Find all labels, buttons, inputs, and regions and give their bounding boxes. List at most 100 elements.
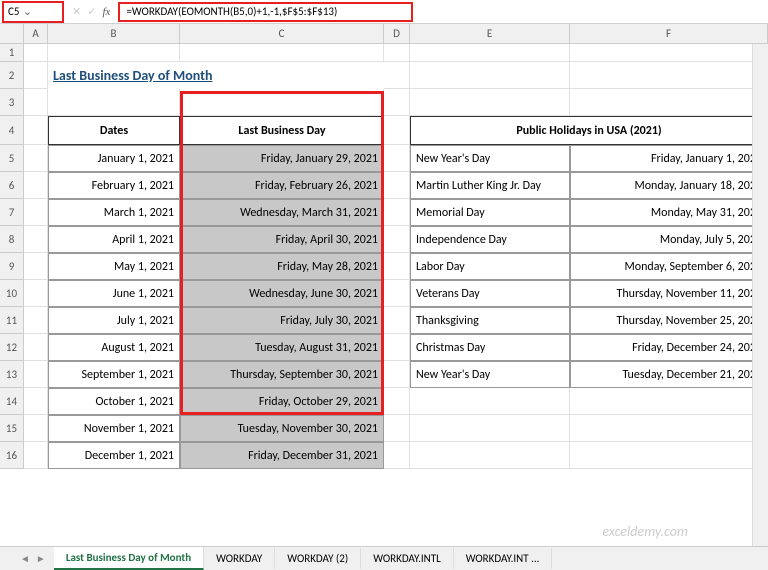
cell[interactable] [24,388,48,415]
date-cell[interactable]: July 1, 2021 [48,307,180,334]
cell[interactable] [48,44,180,62]
cell[interactable] [24,415,48,442]
sheet-tab[interactable]: WORKDAY.INTL [361,548,454,569]
lbd-cell[interactable]: Wednesday, June 30, 2021 [180,280,384,307]
cell[interactable] [48,89,180,116]
row-header[interactable]: 9 [0,253,24,280]
cell[interactable] [570,388,768,415]
holiday-date[interactable]: Monday, May 31, 2021 [570,199,768,226]
row-header[interactable]: 4 [0,116,24,145]
col-header-E[interactable]: E [410,24,570,43]
date-cell[interactable]: June 1, 2021 [48,280,180,307]
lbd-cell[interactable]: Thursday, September 30, 2021 [180,361,384,388]
header-holidays[interactable]: Public Holidays in USA (2021) [410,116,768,145]
cell[interactable] [24,116,48,145]
row-header[interactable]: 16 [0,442,24,469]
date-cell[interactable]: March 1, 2021 [48,199,180,226]
holiday-date[interactable]: Monday, January 18, 2021 [570,172,768,199]
holiday-date[interactable]: Thursday, November 11, 2021 [570,280,768,307]
lbd-cell[interactable]: Tuesday, November 30, 2021 [180,415,384,442]
row-header[interactable]: 13 [0,361,24,388]
cell[interactable] [384,116,410,145]
col-header-D[interactable]: D [384,24,410,43]
holiday-date[interactable]: Monday, September 6, 2021 [570,253,768,280]
cell[interactable] [384,226,410,253]
holiday-date[interactable]: Monday, July 5, 2021 [570,226,768,253]
row-header[interactable]: 7 [0,199,24,226]
cell[interactable] [24,442,48,469]
holiday-name[interactable]: New Year's Day [410,361,570,388]
cell[interactable] [384,307,410,334]
cell[interactable] [24,199,48,226]
date-cell[interactable]: December 1, 2021 [48,442,180,469]
cell[interactable] [570,62,768,89]
row-header[interactable]: 3 [0,89,24,116]
page-title[interactable]: Last Business Day of Month [48,62,384,89]
cell[interactable] [24,361,48,388]
date-cell[interactable]: February 1, 2021 [48,172,180,199]
row-header[interactable]: 11 [0,307,24,334]
date-cell[interactable]: April 1, 2021 [48,226,180,253]
name-box-dropdown-icon[interactable]: ⌄ [19,5,35,18]
cell[interactable] [570,415,768,442]
holiday-date[interactable]: Friday, December 24, 2021 [570,334,768,361]
holiday-name[interactable]: New Year's Day [410,145,570,172]
cell[interactable] [410,442,570,469]
holiday-date[interactable]: Thursday, November 25, 2021 [570,307,768,334]
lbd-cell[interactable]: Friday, January 29, 2021 [180,145,384,172]
tab-next-icon[interactable]: ► [36,552,46,565]
sheet-tab[interactable]: WORKDAY [204,548,275,569]
cell[interactable] [384,44,410,62]
cell[interactable] [24,280,48,307]
header-dates[interactable]: Dates [48,116,180,145]
col-header-B[interactable]: B [48,24,180,43]
cell[interactable] [180,44,384,62]
lbd-cell[interactable]: Friday, February 26, 2021 [180,172,384,199]
row-header[interactable]: 14 [0,388,24,415]
lbd-cell[interactable]: Tuesday, August 31, 2021 [180,334,384,361]
cell[interactable] [24,334,48,361]
holiday-name[interactable]: Thanksgiving [410,307,570,334]
holiday-date[interactable]: Tuesday, December 21, 2021 [570,361,768,388]
cell[interactable] [410,62,570,89]
row-header[interactable]: 5 [0,145,24,172]
sheet-tab[interactable]: WORKDAY.INT ... [454,548,553,569]
cell[interactable] [410,89,570,116]
holiday-date[interactable]: Friday, January 1, 2021 [570,145,768,172]
sheet-tab[interactable]: WORKDAY (2) [275,548,361,569]
cell[interactable] [384,62,410,89]
cell[interactable] [410,44,570,62]
cell[interactable] [384,361,410,388]
lbd-cell[interactable]: Friday, December 31, 2021 [180,442,384,469]
vertical-scrollbar[interactable] [752,44,768,546]
lbd-cell[interactable]: Friday, July 30, 2021 [180,307,384,334]
holiday-name[interactable]: Independence Day [410,226,570,253]
row-header[interactable]: 8 [0,226,24,253]
cell[interactable] [384,89,410,116]
cell[interactable] [384,442,410,469]
cell[interactable] [24,145,48,172]
tab-prev-icon[interactable]: ◄ [20,552,30,565]
cell[interactable] [24,307,48,334]
cell[interactable] [570,89,768,116]
col-header-A[interactable]: A [24,24,48,43]
holiday-name[interactable]: Labor Day [410,253,570,280]
date-cell[interactable]: November 1, 2021 [48,415,180,442]
row-header[interactable]: 1 [0,44,24,62]
col-header-F[interactable]: F [570,24,768,43]
cell[interactable] [384,280,410,307]
cell[interactable] [384,172,410,199]
cell[interactable] [570,442,768,469]
cell[interactable] [384,253,410,280]
lbd-cell[interactable]: Wednesday, March 31, 2021 [180,199,384,226]
date-cell[interactable]: January 1, 2021 [48,145,180,172]
cell[interactable] [410,415,570,442]
holiday-name[interactable]: Memorial Day [410,199,570,226]
lbd-cell[interactable]: Friday, April 30, 2021 [180,226,384,253]
row-header[interactable]: 2 [0,62,24,89]
cell[interactable] [24,44,48,62]
date-cell[interactable]: October 1, 2021 [48,388,180,415]
cell[interactable] [384,388,410,415]
holiday-name[interactable]: Martin Luther King Jr. Day [410,172,570,199]
tab-nav[interactable]: ◄ ► [20,552,54,565]
